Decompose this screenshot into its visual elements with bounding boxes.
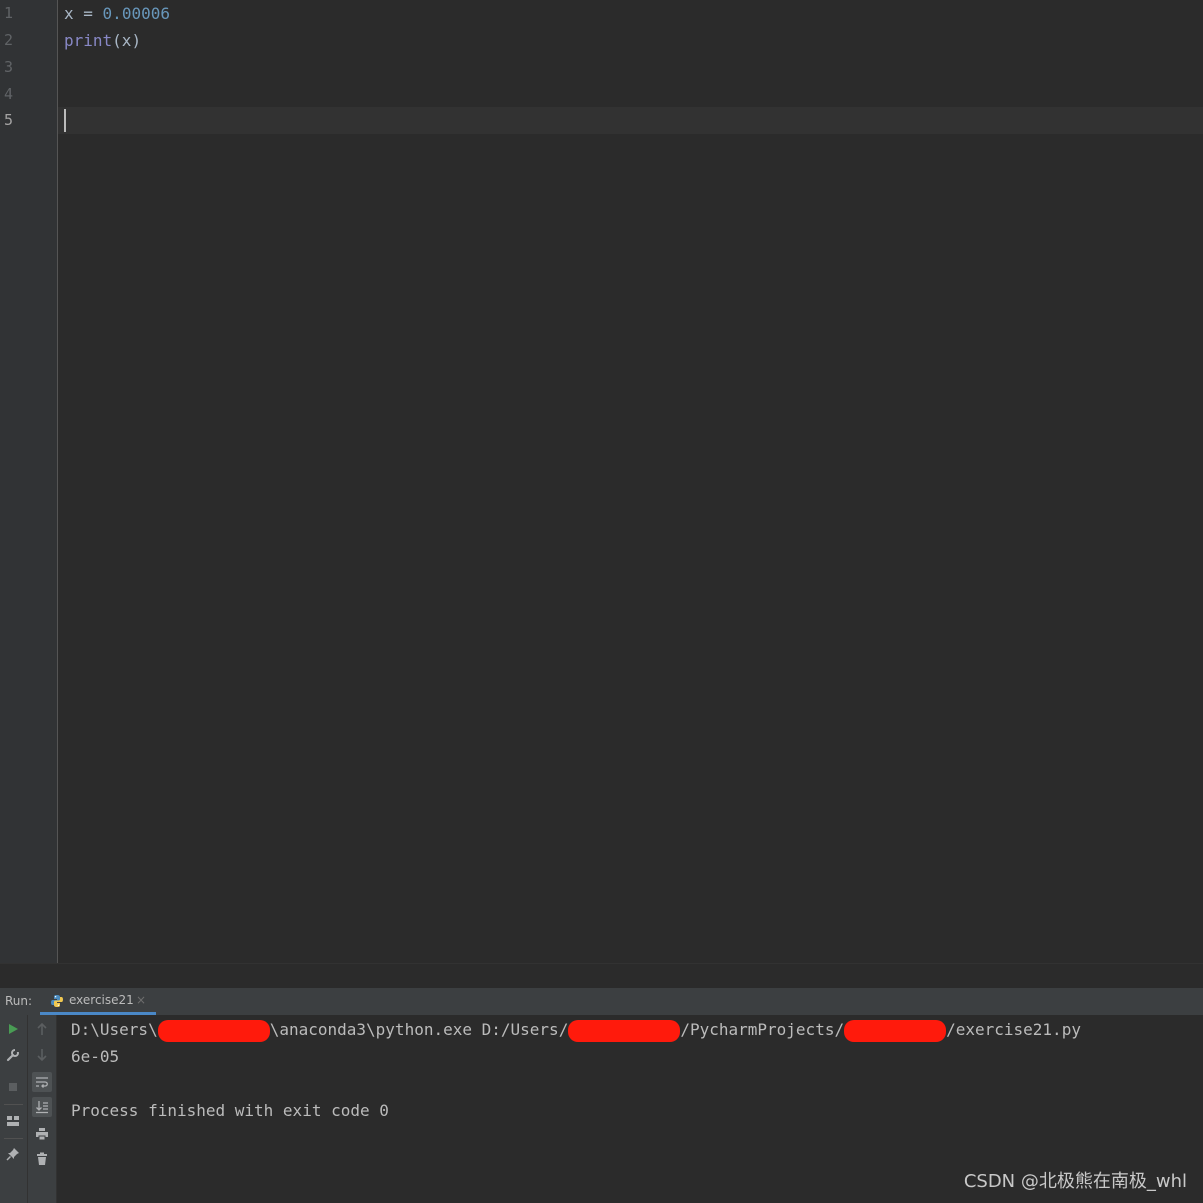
panel-splitter[interactable] <box>0 963 1203 989</box>
up-arrow-icon <box>37 1022 47 1035</box>
soft-wrap-button[interactable] <box>32 1072 52 1092</box>
line-number: 3 <box>4 58 14 76</box>
python-icon <box>51 995 63 1007</box>
redaction-mark <box>568 1019 681 1042</box>
builtin-token: print <box>64 31 113 50</box>
rerun-button[interactable] <box>3 1019 23 1039</box>
code-line-1[interactable]: x = 0.00006 <box>64 0 170 27</box>
operator-token: = <box>73 4 103 23</box>
stop-icon <box>9 1083 17 1091</box>
run-panel-label: Run: <box>5 994 33 1008</box>
toolbar-separator <box>4 1104 23 1105</box>
arguments-token: (x) <box>112 31 142 50</box>
variable-token: x <box>64 4 74 23</box>
run-icon <box>9 1024 18 1034</box>
restore-layout-button[interactable] <box>3 1111 23 1131</box>
number-token: 0.00006 <box>102 4 170 23</box>
command-text-part: D:\Users\ <box>71 1020 158 1039</box>
close-tab-icon[interactable]: × <box>136 988 146 1013</box>
console-toolbar <box>28 1015 57 1203</box>
pin-icon <box>6 1148 19 1161</box>
command-text-part: /PycharmProjects/ <box>680 1020 845 1039</box>
current-line-highlight <box>58 107 1203 134</box>
ide-window: 1 2 3 4 5 x = 0.00006 print(x) Run: exer… <box>0 0 1203 1203</box>
print-button[interactable] <box>32 1124 52 1144</box>
code-line-2[interactable]: print(x) <box>64 27 141 54</box>
trash-icon <box>37 1152 47 1165</box>
scroll-to-end-icon <box>36 1101 48 1114</box>
run-tab-exercise21[interactable]: exercise21 × <box>40 988 156 1015</box>
clear-all-button[interactable] <box>32 1149 52 1169</box>
layout-icon <box>7 1116 19 1126</box>
line-number: 2 <box>4 31 14 49</box>
command-text-part: \anaconda3\python.exe D:/Users/ <box>269 1020 569 1039</box>
command-text-part: /exercise21.py <box>946 1020 1081 1039</box>
line-number: 4 <box>4 85 14 103</box>
previous-occurrence-button[interactable] <box>32 1019 52 1039</box>
text-caret <box>64 109 66 132</box>
pin-tab-button[interactable] <box>3 1144 23 1164</box>
edit-configuration-button[interactable] <box>3 1045 23 1065</box>
redaction-mark <box>844 1019 947 1042</box>
line-number-gutter: 1 2 3 4 5 <box>0 0 58 963</box>
redaction-mark <box>157 1019 270 1042</box>
console-output-line: 6e-05 <box>71 1047 120 1066</box>
run-panel-header: Run: exercise21 × <box>0 988 1203 1016</box>
line-number: 1 <box>4 4 14 22</box>
print-icon <box>36 1128 48 1141</box>
wrench-icon <box>6 1049 19 1062</box>
current-line-number: 5 <box>4 111 14 129</box>
run-left-toolbar <box>0 1015 28 1203</box>
next-occurrence-button[interactable] <box>32 1045 52 1065</box>
stop-button[interactable] <box>3 1077 23 1097</box>
run-tab-label: exercise21 <box>69 993 134 1007</box>
console-exit-message: Process finished with exit code 0 <box>71 1101 389 1120</box>
code-editor[interactable]: 1 2 3 4 5 x = 0.00006 print(x) <box>0 0 1203 963</box>
toolbar-separator <box>4 1138 23 1139</box>
down-arrow-icon <box>37 1049 47 1062</box>
console-command-line: D:\Users\ \anaconda3\python.exe D:/Users/… <box>71 1016 1081 1043</box>
scroll-to-end-button[interactable] <box>32 1097 52 1117</box>
watermark: CSDN @北极熊在南极_whl <box>963 1171 1187 1192</box>
soft-wrap-icon <box>36 1077 48 1088</box>
